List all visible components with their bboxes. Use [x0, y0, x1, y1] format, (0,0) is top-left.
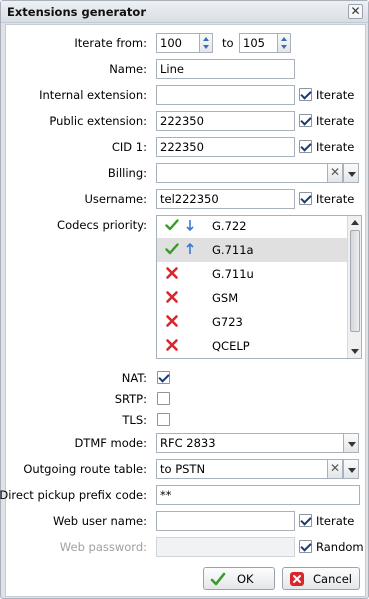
- billing-select[interactable]: [156, 163, 328, 183]
- billing-label: Billing:: [107, 166, 147, 180]
- dtmf-mode-label: DTMF mode:: [74, 436, 147, 450]
- iterate-from-input[interactable]: 100: [156, 33, 200, 53]
- public-extension-input[interactable]: 222350: [156, 111, 295, 131]
- cancel-icon: [290, 572, 304, 586]
- dialog-title: Extensions generator: [7, 5, 146, 19]
- dialog-titlebar: Extensions generator ✕: [1, 1, 368, 23]
- codec-row[interactable]: G.711u: [157, 262, 348, 286]
- web-user-iterate-checkbox[interactable]: [299, 514, 312, 527]
- tls-checkbox[interactable]: [157, 413, 170, 426]
- codec-name: G723: [212, 315, 243, 329]
- codec-name: G.722: [212, 219, 247, 233]
- codec-name: GSM: [212, 291, 239, 305]
- username-label: Username:: [84, 192, 148, 206]
- spin-up-icon[interactable]: [203, 37, 209, 41]
- codec-name: G.711a: [212, 243, 254, 257]
- internal-extension-input[interactable]: [156, 85, 295, 105]
- web-user-label: Web user name:: [53, 514, 147, 528]
- billing-dropdown-icon[interactable]: [343, 163, 359, 183]
- web-password-random-label: Random: [316, 540, 364, 554]
- srtp-checkbox[interactable]: [157, 392, 170, 405]
- iterate-to-label: to: [222, 36, 234, 50]
- disabled-cross-icon[interactable]: [165, 314, 179, 328]
- web-password-input: [156, 537, 295, 557]
- codec-name: G.711u: [212, 267, 254, 281]
- dialog-body: Iterate from: 100 to 105 Name: Line Inte…: [0, 24, 366, 597]
- srtp-label: SRTP:: [114, 392, 147, 406]
- billing-clear-icon[interactable]: ✕: [327, 163, 343, 183]
- enabled-check-icon[interactable]: [165, 242, 179, 256]
- nat-label: NAT:: [121, 371, 147, 385]
- codecs-scrollbar[interactable]: [347, 216, 361, 358]
- disabled-cross-icon[interactable]: [165, 338, 179, 352]
- outgoing-route-select[interactable]: to PSTN: [156, 459, 328, 479]
- scroll-down-icon[interactable]: [351, 349, 359, 354]
- disabled-cross-icon[interactable]: [165, 266, 179, 280]
- codec-row[interactable]: GSM: [157, 286, 348, 310]
- spin-down-icon[interactable]: [281, 45, 287, 49]
- iterate-to-spinner[interactable]: [277, 33, 291, 53]
- ok-button-label: OK: [237, 572, 254, 586]
- web-password-random-checkbox[interactable]: [299, 540, 312, 553]
- cid1-input[interactable]: 222350: [156, 137, 295, 157]
- username-input[interactable]: tel222350: [156, 189, 295, 209]
- enabled-check-icon[interactable]: [165, 218, 179, 232]
- cancel-button[interactable]: Cancel: [282, 567, 360, 590]
- scroll-thumb[interactable]: [350, 230, 360, 332]
- route-dropdown-icon[interactable]: [343, 459, 359, 479]
- codec-row[interactable]: G723: [157, 310, 348, 334]
- cancel-button-label: Cancel: [313, 572, 352, 586]
- move-up-icon[interactable]: [185, 242, 195, 256]
- move-down-icon[interactable]: [185, 218, 195, 232]
- codec-row[interactable]: QCELP: [157, 334, 348, 358]
- iterate-from-label: Iterate from:: [74, 36, 147, 50]
- extensions-generator-dialog: Extensions generator ✕ Iterate from: 100…: [0, 0, 369, 599]
- outgoing-route-label: Outgoing route table:: [23, 462, 147, 476]
- codecs-list[interactable]: G.722 G.711a G.711u GSM G723 QCELP CN: [156, 215, 362, 359]
- cid1-label: CID 1:: [111, 140, 147, 154]
- dtmf-dropdown-icon[interactable]: [343, 433, 359, 453]
- route-clear-icon[interactable]: ✕: [327, 459, 343, 479]
- iterate-to-input[interactable]: 105: [239, 33, 278, 53]
- web-user-iterate-label: Iterate: [316, 514, 355, 528]
- username-iterate-label: Iterate: [316, 192, 355, 206]
- dtmf-mode-select[interactable]: RFC 2833: [156, 433, 344, 453]
- close-icon[interactable]: ✕: [348, 4, 363, 19]
- spin-down-icon[interactable]: [203, 45, 209, 49]
- ok-button[interactable]: OK: [203, 567, 275, 590]
- codecs-priority-label: Codecs priority:: [57, 218, 147, 232]
- codec-name: QCELP: [212, 339, 250, 353]
- codec-row[interactable]: G.711a: [157, 238, 348, 262]
- disabled-cross-icon[interactable]: [165, 290, 179, 304]
- codec-row[interactable]: G.722: [157, 216, 348, 238]
- name-label: Name:: [109, 62, 147, 76]
- name-input[interactable]: Line: [156, 59, 295, 79]
- web-password-label: Web password:: [59, 540, 147, 554]
- internal-extension-iterate-label: Iterate: [316, 88, 355, 102]
- cid1-iterate-label: Iterate: [316, 140, 355, 154]
- check-icon: [210, 572, 226, 586]
- internal-extension-label: Internal extension:: [39, 88, 147, 102]
- tls-label: TLS:: [122, 413, 147, 427]
- username-iterate-checkbox[interactable]: [299, 192, 312, 205]
- spin-up-icon[interactable]: [281, 37, 287, 41]
- pickup-prefix-label: Direct pickup prefix code:: [0, 488, 147, 502]
- pickup-prefix-input[interactable]: **: [156, 485, 360, 505]
- internal-extension-iterate-checkbox[interactable]: [299, 88, 312, 101]
- public-extension-iterate-checkbox[interactable]: [299, 114, 312, 127]
- web-user-input[interactable]: [156, 511, 295, 531]
- codec-row[interactable]: CN: [157, 358, 348, 359]
- public-extension-label: Public extension:: [49, 114, 147, 128]
- iterate-from-spinner[interactable]: [199, 33, 213, 53]
- nat-checkbox[interactable]: [157, 371, 170, 384]
- cid1-iterate-checkbox[interactable]: [299, 140, 312, 153]
- scroll-up-icon[interactable]: [351, 220, 359, 225]
- public-extension-iterate-label: Iterate: [316, 114, 355, 128]
